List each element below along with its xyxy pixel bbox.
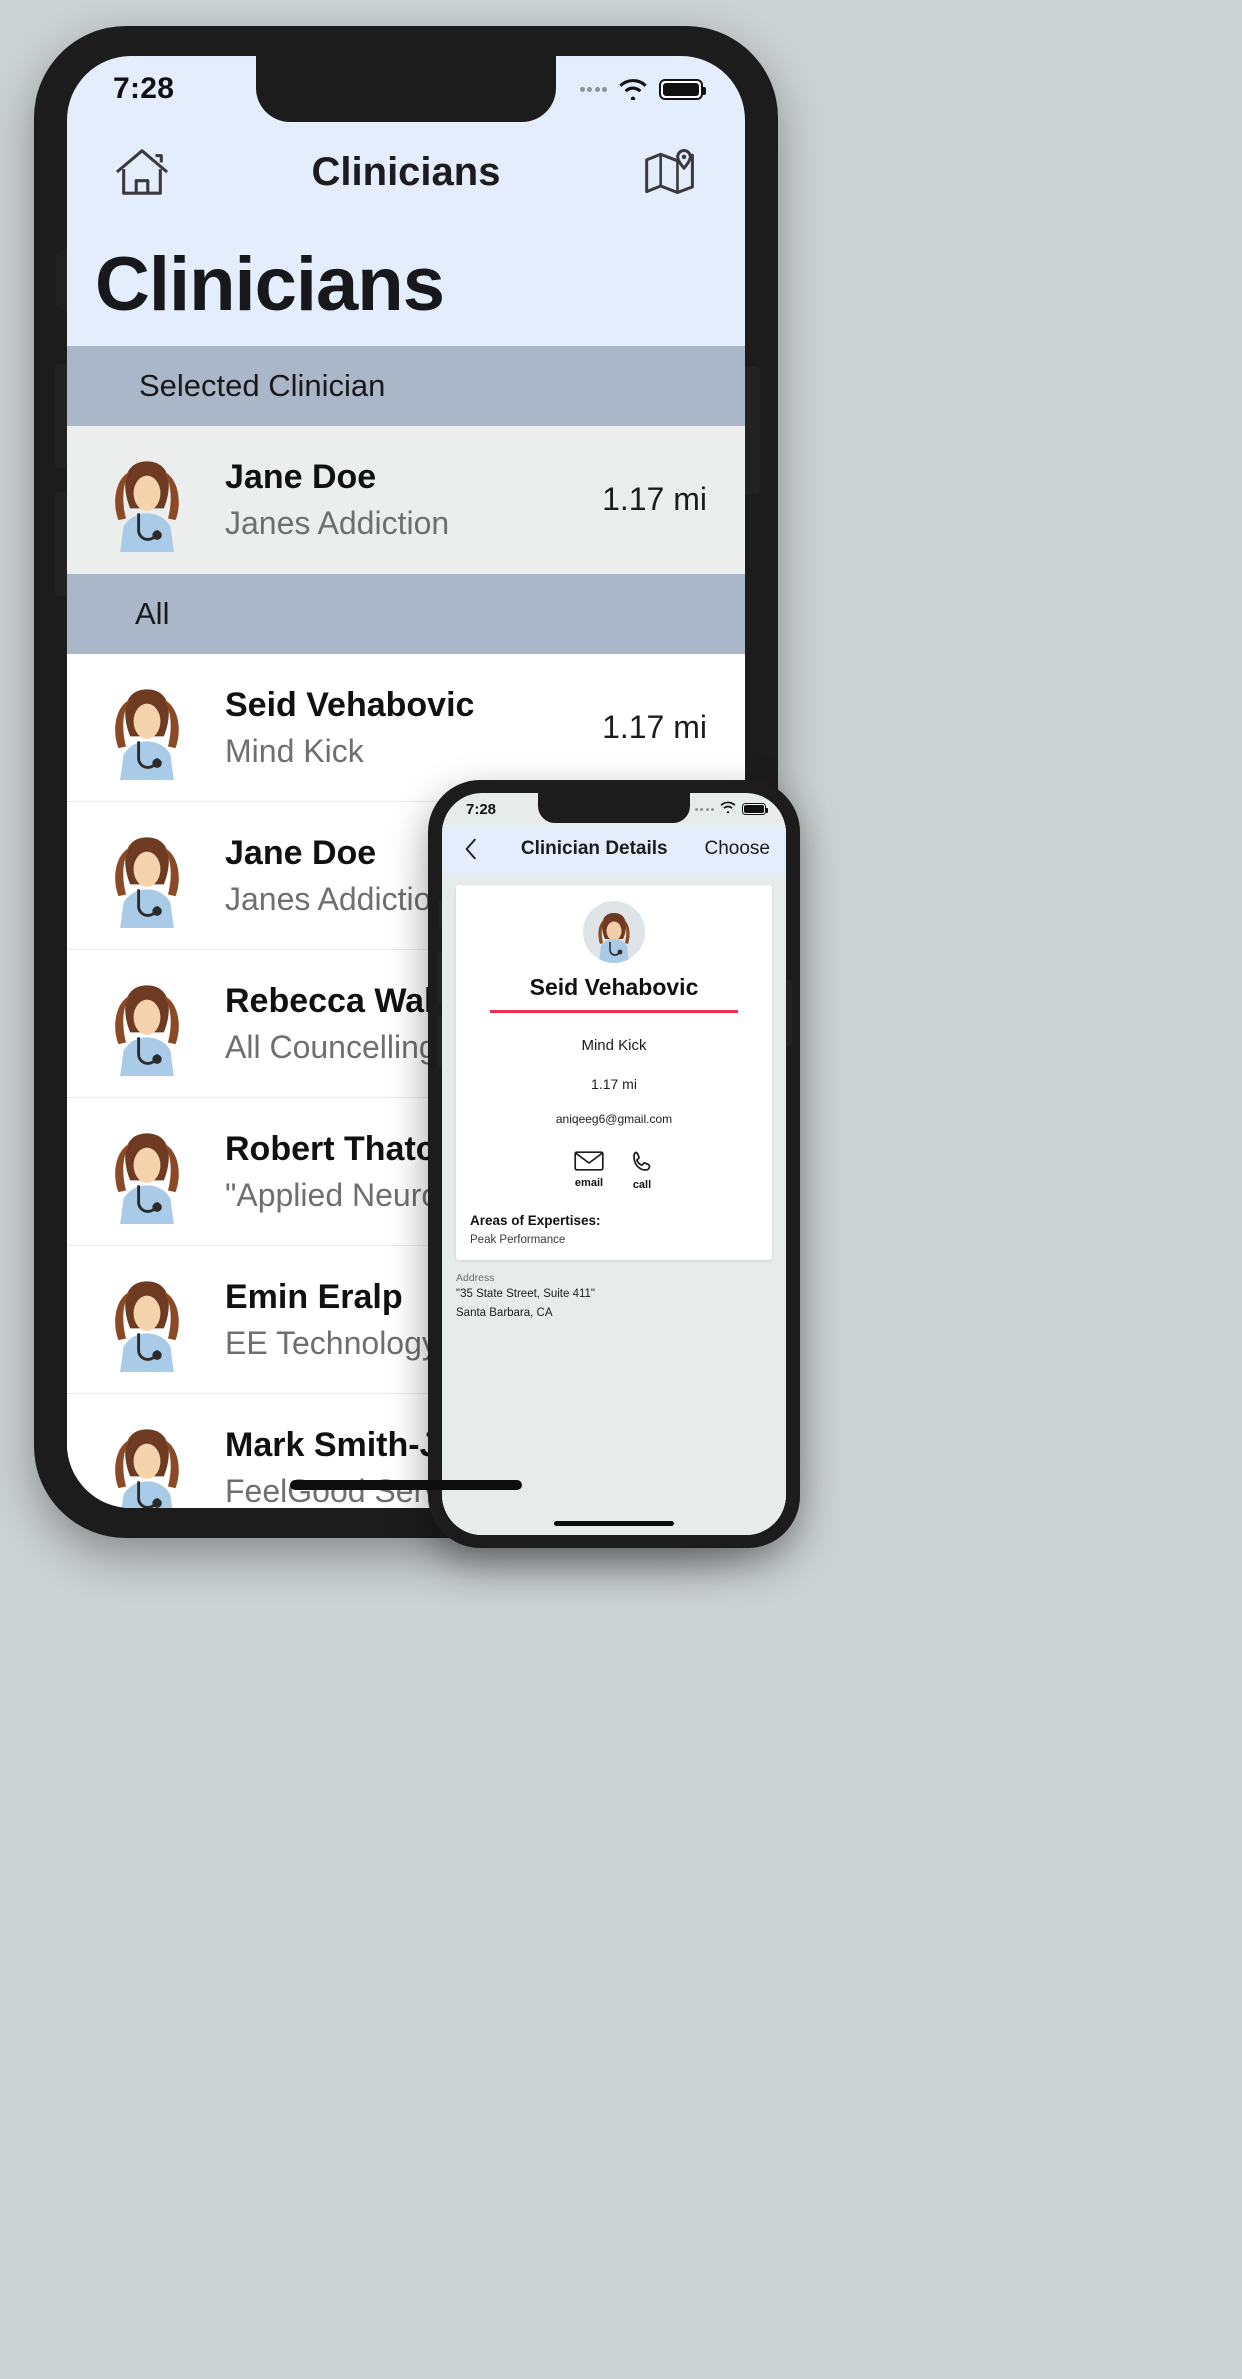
clinician-distance: 1.17 mi [602, 709, 707, 745]
navigation-bar: Clinicians [67, 122, 745, 222]
clinician-distance: 1.17 mi [602, 481, 707, 517]
choose-button[interactable]: Choose [705, 838, 771, 860]
clinician-avatar-icon [95, 1268, 199, 1372]
power-button[interactable] [744, 366, 760, 494]
large-title-text: Clinicians [95, 241, 445, 327]
expertise-value: Peak Performance [470, 1234, 566, 1246]
envelope-icon [574, 1151, 604, 1171]
wifi-icon-2 [720, 800, 736, 818]
clinician-avatar-icon [95, 1120, 199, 1224]
large-title: Clinicians [67, 222, 745, 346]
clinician-name: Jane Doe [225, 457, 377, 496]
clinician-avatar-icon [95, 1416, 199, 1508]
call-action-button[interactable]: call [630, 1150, 654, 1191]
phone-device-front: 7:28 Clinician Details Choose Seid Vehab… [428, 780, 800, 1548]
accent-rule [490, 1010, 738, 1013]
status-indicators [579, 78, 706, 101]
email-action-label: email [574, 1177, 604, 1189]
page-title: Clinicians [311, 149, 501, 194]
clinician-org: Janes Addiction [225, 504, 450, 541]
expertise-label: Areas of Expertises: [470, 1213, 601, 1228]
status-indicators-2 [694, 800, 768, 818]
detail-distance: 1.17 mi [591, 1076, 637, 1092]
email-action-button[interactable]: email [574, 1150, 604, 1191]
status-bar-2: 7:28 [442, 793, 786, 825]
address-line-2: Santa Barbara, CA [456, 1306, 553, 1319]
battery-icon [659, 78, 706, 100]
detail-org: Mind Kick [581, 1037, 647, 1054]
detail-name: Seid Vehabovic [529, 974, 699, 1000]
clinician-name: Seid Vehabovic [225, 685, 475, 724]
address-label: Address [456, 1272, 495, 1284]
wifi-icon [618, 78, 648, 101]
clinician-org: Mind Kick [225, 732, 364, 769]
signal-dots-icon [579, 86, 607, 92]
status-time-2: 7:28 [466, 800, 497, 818]
status-bar: 7:28 [67, 56, 745, 122]
signal-dots-icon-2 [694, 807, 714, 811]
address-line-1: "35 State Street, Suite 411" [456, 1288, 596, 1300]
screenshot-stage: 7:28 Clinicians Clinicians Selected Clin… [0, 0, 1242, 2379]
page-title-2: Clinician Details [520, 838, 668, 859]
list-section-header: All [67, 574, 745, 654]
clinician-details-screen: 7:28 Clinician Details Choose Seid Vehab… [442, 793, 786, 1535]
home-indicator-2[interactable] [554, 1521, 674, 1526]
details-body: Seid Vehabovic Mind Kick 1.17 mi aniqeeg… [442, 873, 786, 1535]
clinician-row[interactable]: Jane Doe Janes Addiction 1.17 mi [67, 426, 745, 574]
address-block: Address "35 State Street, Suite 411" San… [456, 1272, 786, 1321]
home-indicator[interactable] [290, 1480, 522, 1490]
detail-actions: email call [456, 1150, 772, 1191]
clinician-avatar-icon [95, 676, 199, 780]
call-action-label: call [632, 1179, 652, 1191]
home-icon[interactable] [107, 141, 177, 203]
clinician-avatar-icon [95, 448, 199, 552]
battery-icon-2 [742, 803, 768, 815]
phone-icon [633, 1151, 651, 1171]
navigation-bar-2: Clinician Details Choose [442, 825, 786, 873]
clinician-avatar-icon [583, 901, 645, 963]
clinician-row-text: Jane Doe Janes Addiction [199, 458, 602, 542]
clinician-detail-card: Seid Vehabovic Mind Kick 1.17 mi aniqeeg… [456, 885, 772, 1260]
status-time: 7:28 [113, 72, 175, 105]
map-icon[interactable] [635, 141, 705, 203]
chevron-left-icon[interactable] [458, 836, 484, 862]
clinician-avatar-icon [95, 972, 199, 1076]
clinician-avatar-icon [95, 824, 199, 928]
list-section-header: Selected Clinician [67, 346, 745, 426]
detail-email[interactable]: aniqeeg6@gmail.com [456, 1112, 772, 1126]
clinician-row-text: Seid Vehabovic Mind Kick [199, 686, 602, 770]
